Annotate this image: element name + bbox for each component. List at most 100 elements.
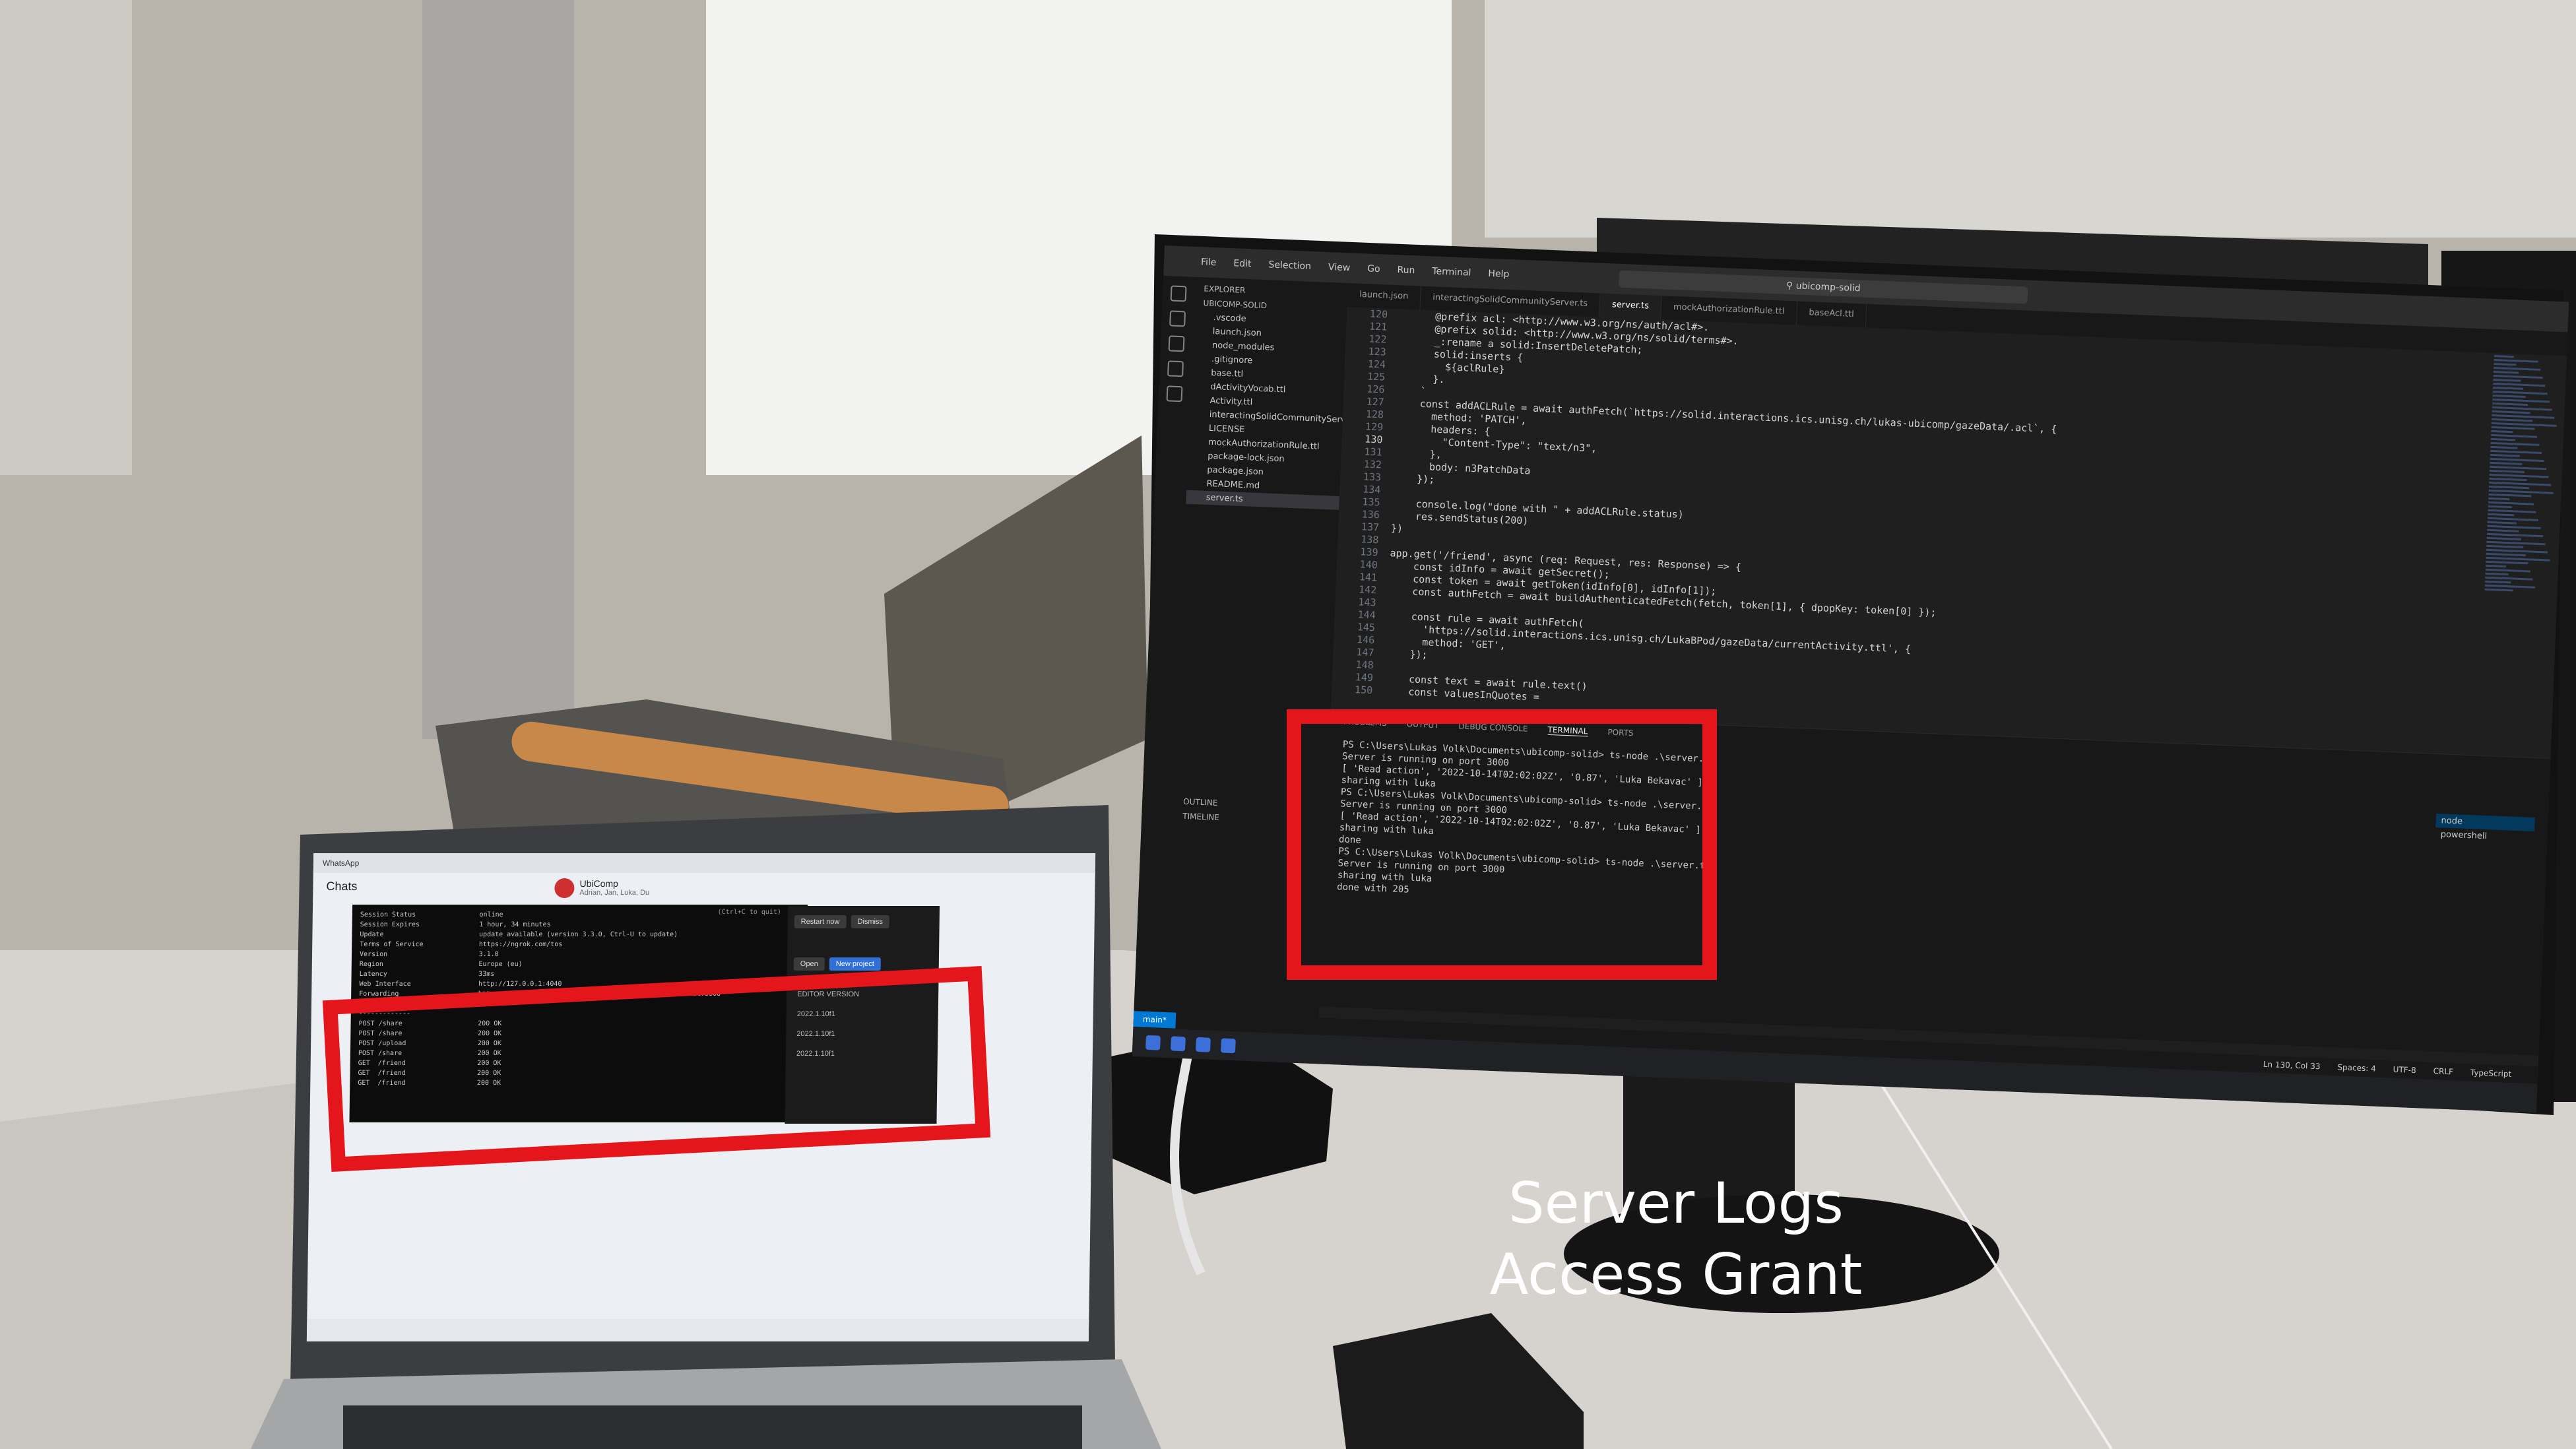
minimap-line — [2491, 418, 2533, 422]
menu-run[interactable]: Run — [1397, 265, 1415, 276]
ngrok-line: Update update available (version 3.3.0, … — [360, 931, 678, 938]
window-frame — [422, 0, 574, 739]
minimap-line — [2490, 437, 2515, 441]
minimap-line — [2488, 493, 2532, 498]
chat-title: UbiComp — [579, 878, 618, 889]
code-editor[interactable]: 120 @prefix acl: <http://www.w3.org/ns/a… — [1331, 307, 2488, 756]
unity-spacer — [794, 928, 933, 955]
terminal-list: node powershell — [2435, 814, 2535, 845]
chat-subtitle: Adrian, Jan, Luka, Du — [579, 889, 650, 897]
menu-view[interactable]: View — [1328, 262, 1351, 273]
minimap-line — [2493, 382, 2546, 387]
minimap-line — [2487, 517, 2539, 521]
code-text: ` — [1396, 384, 1427, 398]
minimap-line — [2484, 584, 2535, 589]
line-ending[interactable]: CRLF — [2433, 1066, 2453, 1076]
minimap-line — [2490, 453, 2520, 457]
ngrok-line: Terms of Service https://ngrok.com/tos — [360, 941, 563, 948]
menu-terminal[interactable]: Terminal — [1432, 266, 1471, 278]
app-title: WhatsApp — [322, 858, 360, 868]
cursor-position[interactable]: Ln 130, Col 33 — [2263, 1060, 2320, 1071]
minimap-line — [2490, 461, 2523, 465]
ngrok-highlight-box — [322, 966, 991, 1172]
minimap-line — [2493, 374, 2543, 379]
minimap-line — [2493, 378, 2521, 382]
minimap-line — [2494, 354, 2514, 358]
minimap-line — [2493, 370, 2519, 374]
minimap-line — [2488, 509, 2536, 513]
minimap-line — [2485, 568, 2530, 573]
minimap[interactable] — [2471, 352, 2567, 758]
extensions-icon[interactable] — [1166, 385, 1183, 402]
menu-edit[interactable]: Edit — [1233, 258, 1252, 269]
minimap-line — [2494, 362, 2517, 366]
minimap-line — [2490, 445, 2518, 449]
minimap-line — [2490, 441, 2540, 446]
vscode-window: File Edit Selection View Go Run Terminal… — [1132, 245, 2569, 1113]
minimap-line — [2486, 560, 2528, 565]
taskbar-app-icon[interactable] — [1220, 1038, 1236, 1054]
menu-go[interactable]: Go — [1367, 263, 1380, 274]
language-mode[interactable]: TypeScript — [2470, 1068, 2512, 1078]
whatsapp-titlebar: WhatsApp — [313, 853, 1096, 873]
photo-scene: File Edit Selection View Go Run Terminal… — [0, 0, 2576, 1449]
new-project-button[interactable]: New project — [829, 957, 882, 971]
ngrok-line: Session Expires 1 hour, 34 minutes — [360, 921, 551, 928]
minimap-line — [2488, 497, 2510, 501]
chat-header[interactable]: UbiComp Adrian, Jan, Luka, Du — [550, 876, 1079, 905]
minimap-line — [2490, 449, 2542, 455]
menu-selection[interactable]: Selection — [1268, 259, 1311, 272]
minimap-line — [2494, 366, 2541, 371]
minimap-line — [2485, 572, 2509, 576]
chats-header: Chats — [326, 880, 358, 893]
ngrok-line: Version 3.1.0 — [359, 951, 499, 958]
code-text: }); — [1392, 472, 1435, 486]
explorer-icon[interactable] — [1170, 285, 1187, 302]
source-control-icon[interactable] — [1168, 335, 1185, 352]
minimap-line — [2490, 457, 2544, 463]
start-icon[interactable] — [1145, 1035, 1161, 1050]
upper-wall — [1485, 0, 2576, 238]
restart-now-button[interactable]: Restart now — [794, 915, 847, 928]
minimap-line — [2491, 434, 2538, 438]
minimap-line — [2486, 536, 2521, 540]
minimap-line — [2488, 501, 2534, 505]
minimap-line — [2486, 544, 2524, 549]
minimap-line — [2487, 525, 2541, 530]
minimap-line — [2491, 426, 2535, 430]
ngrok-line: Region Europe (eu) — [359, 961, 523, 968]
dismiss-button[interactable]: Dismiss — [851, 915, 890, 928]
minimap-line — [2488, 513, 2515, 517]
code-text: }) — [1390, 522, 1403, 534]
minimap-line — [2492, 394, 2526, 398]
taskbar-app-icon[interactable] — [1171, 1036, 1186, 1052]
caption-line-1: Server Logs — [1508, 1171, 1844, 1237]
terminal-highlight-box — [1287, 709, 1717, 980]
minimap-line — [2485, 580, 2511, 584]
minimap-line — [2487, 529, 2519, 532]
minimap-line — [2491, 430, 2513, 434]
cabinet — [0, 0, 132, 475]
open-button[interactable]: Open — [793, 957, 825, 971]
desk-left — [0, 1082, 304, 1449]
minimap-line — [2490, 465, 2547, 470]
taskbar-app-icon[interactable] — [1196, 1037, 1211, 1052]
minimap-line — [2492, 402, 2528, 406]
minimap-line — [2492, 386, 2523, 390]
caption: Server Logs Access Grant — [1445, 1168, 1907, 1310]
run-debug-icon[interactable] — [1167, 360, 1184, 377]
search-view-icon[interactable] — [1169, 310, 1186, 327]
minimap-line — [2492, 410, 2530, 414]
search-label: ubicomp-solid — [1795, 280, 1861, 294]
line-number: 150 — [1354, 684, 1373, 697]
menu-help[interactable]: Help — [1488, 269, 1510, 280]
branch-indicator[interactable]: main* — [1133, 1011, 1176, 1029]
tab-base-acl[interactable]: baseAcl.ttl — [1796, 301, 1867, 328]
tab-launch-json[interactable]: launch.json — [1347, 283, 1421, 310]
encoding[interactable]: UTF-8 — [2393, 1065, 2416, 1075]
minimap-line — [2492, 398, 2550, 403]
indentation[interactable]: Spaces: 4 — [2337, 1062, 2376, 1073]
menu-file[interactable]: File — [1201, 257, 1217, 268]
minimap-line — [2489, 469, 2525, 473]
tab-server-ts[interactable]: server.ts — [1599, 293, 1662, 320]
